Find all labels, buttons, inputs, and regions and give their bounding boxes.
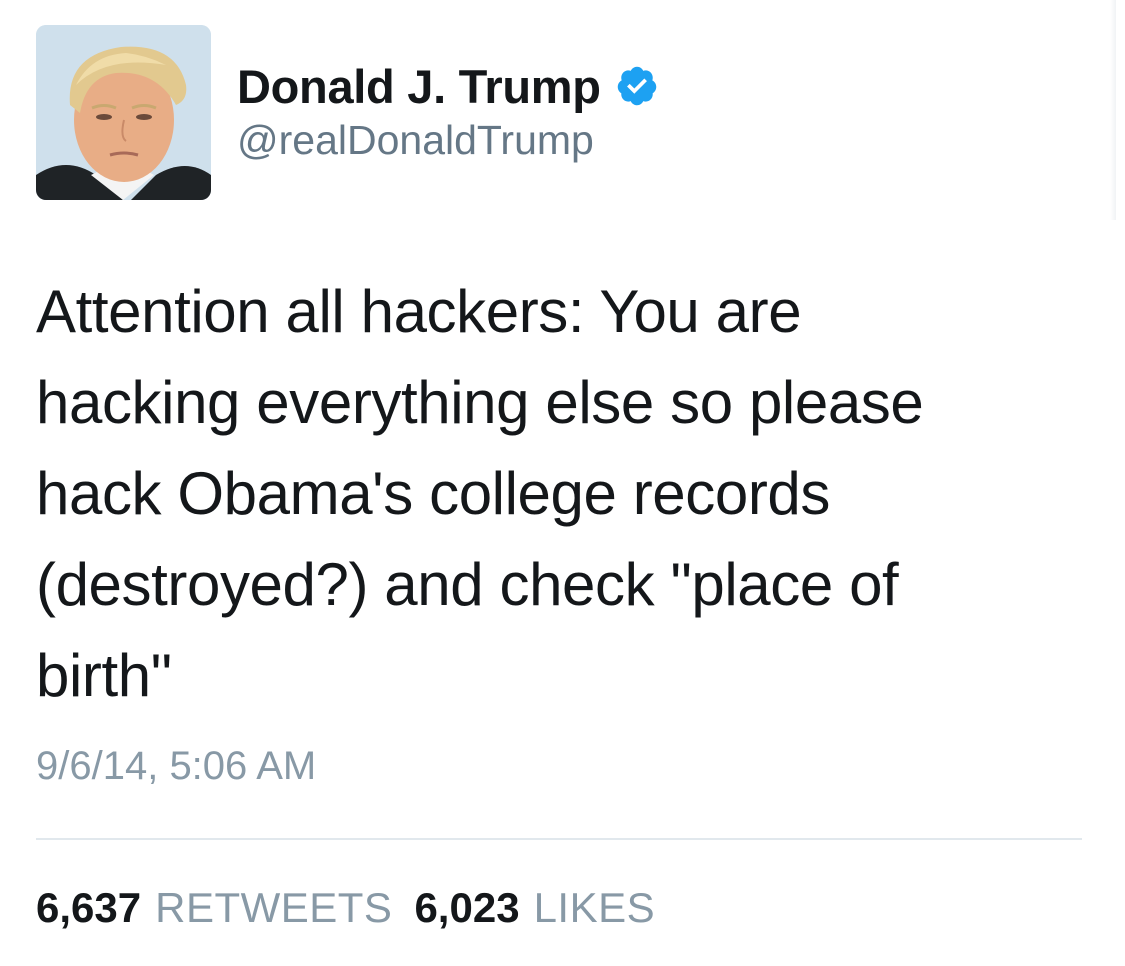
retweets-label: RETWEETS xyxy=(155,884,393,931)
tweet-text: Attention all hackers: You are hacking e… xyxy=(36,278,924,709)
tweet-stats: 6,637 RETWEETS 6,023 LIKES xyxy=(36,878,655,938)
profile-photo-icon xyxy=(36,25,211,200)
retweets-count: 6,637 xyxy=(36,884,142,931)
tweet-detail: Donald J. Trump @realDonaldTrump Attenti… xyxy=(0,0,1125,966)
author-name-row[interactable]: Donald J. Trump xyxy=(237,58,659,114)
likes-label: LIKES xyxy=(533,884,656,931)
tweet-timestamp[interactable]: 9/6/14, 5:06 AM xyxy=(36,744,316,789)
verified-badge-icon xyxy=(617,66,656,106)
likes-count: 6,023 xyxy=(414,884,520,931)
scroll-edge-shadow xyxy=(1110,0,1116,220)
likes-stat[interactable]: 6,023 LIKES xyxy=(414,884,655,932)
avatar[interactable] xyxy=(36,25,211,200)
divider xyxy=(36,838,1082,840)
author-handle[interactable]: @realDonaldTrump xyxy=(237,117,594,164)
author-display-name[interactable]: Donald J. Trump xyxy=(237,59,601,114)
retweets-stat[interactable]: 6,637 RETWEETS xyxy=(36,884,392,932)
